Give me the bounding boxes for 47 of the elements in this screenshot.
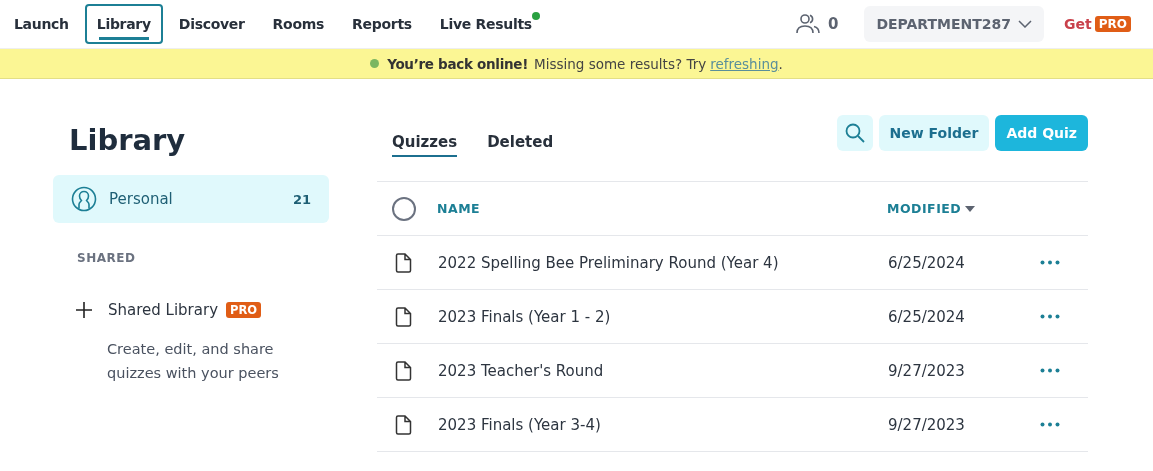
more-options-icon[interactable] bbox=[1040, 260, 1060, 265]
banner-period: . bbox=[778, 55, 783, 72]
nav-tab[interactable]: Launch bbox=[2, 4, 81, 44]
banner-message: Missing some results? Try bbox=[534, 55, 707, 72]
nav-tab[interactable]: Live Results bbox=[427, 4, 544, 44]
personal-library-item[interactable]: Personal 21 bbox=[53, 175, 329, 223]
document-icon bbox=[395, 360, 412, 381]
account-dropdown[interactable]: DEPARTMENT287 bbox=[864, 6, 1045, 42]
tab[interactable]: Deleted bbox=[487, 133, 554, 157]
document-icon bbox=[395, 252, 412, 273]
status-dot bbox=[370, 59, 380, 68]
column-header[interactable]: NAME bbox=[437, 201, 887, 216]
modified-date: 9/27/2023 bbox=[888, 361, 966, 380]
shared-library-label[interactable]: Shared Library bbox=[108, 301, 219, 319]
more-options-icon[interactable] bbox=[1040, 368, 1060, 373]
nav-tab[interactable]: Library bbox=[84, 4, 163, 44]
participant-count: 0 bbox=[827, 15, 839, 33]
chevron-down-icon bbox=[1018, 20, 1033, 28]
user-icon bbox=[71, 186, 97, 212]
shared-library-description: Create, edit, and share quizzes with your peers bbox=[107, 340, 280, 383]
search-button[interactable] bbox=[836, 115, 873, 151]
document-icon bbox=[395, 414, 412, 435]
search-icon bbox=[844, 123, 865, 143]
document-icon bbox=[395, 306, 412, 327]
column-header[interactable]: MODIFIED bbox=[887, 201, 1009, 216]
plus-icon[interactable] bbox=[76, 302, 92, 318]
quiz-name[interactable]: 2022 Spelling Bee Preliminary Round (Year 4) bbox=[438, 253, 888, 272]
quiz-name[interactable]: 2023 Finals (Year 3-4) bbox=[438, 415, 888, 434]
select-all-checkbox[interactable] bbox=[392, 196, 416, 221]
modified-date: 9/27/2023 bbox=[888, 415, 966, 434]
more-options-icon[interactable] bbox=[1040, 422, 1060, 427]
nav-tab[interactable]: Rooms bbox=[260, 4, 337, 44]
section-heading: SHARED bbox=[77, 251, 137, 265]
new-folder-button[interactable]: New Folder bbox=[878, 115, 990, 151]
nav-tab[interactable]: Reports bbox=[340, 4, 424, 44]
more-options-icon[interactable] bbox=[1040, 314, 1060, 319]
page-title: Library bbox=[69, 123, 187, 157]
banner-title: You’re back online! bbox=[387, 55, 529, 72]
modified-date: 6/25/2024 bbox=[888, 253, 966, 272]
tab[interactable]: Quizzes bbox=[392, 133, 458, 157]
nav-tab[interactable]: Discover bbox=[166, 4, 257, 44]
quiz-name[interactable]: 2023 Finals (Year 1 - 2) bbox=[438, 307, 888, 326]
sort-descending-icon[interactable] bbox=[965, 205, 976, 212]
people-icon bbox=[795, 13, 820, 35]
pro-badge: PRO bbox=[226, 302, 262, 318]
modified-date: 6/25/2024 bbox=[888, 307, 966, 326]
quiz-name[interactable]: 2023 Teacher's Round bbox=[438, 361, 888, 380]
